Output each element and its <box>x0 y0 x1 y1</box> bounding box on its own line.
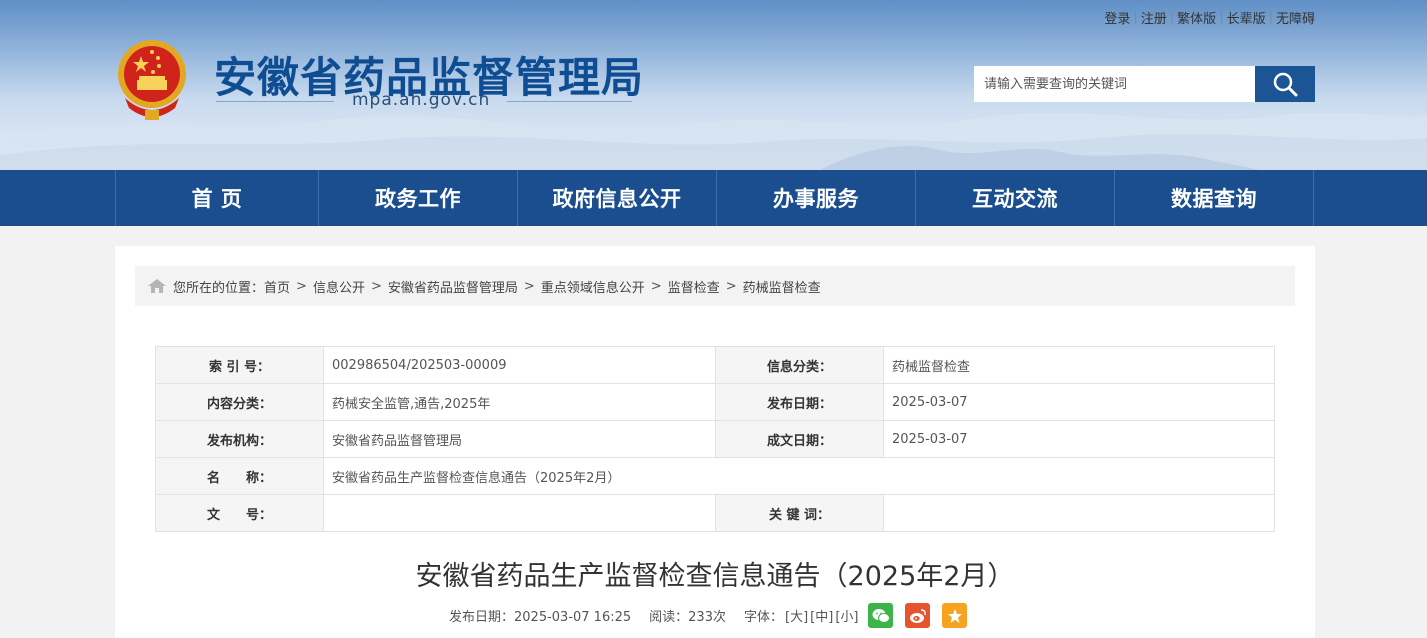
name-label: 名 称： <box>155 457 324 495</box>
site-domain: mpa.ah.gov.cn <box>352 90 491 110</box>
document-metadata-table: 索 引 号： 002986504/202503-00009 信息分类： 药械监督… <box>155 346 1275 532</box>
breadcrumb-separator: > <box>296 278 307 294</box>
publishing-org-label: 发布机构： <box>155 420 324 458</box>
publish-date-value: 2025-03-07 <box>883 383 1275 421</box>
table-row: 文 号： 关 键 词： <box>155 494 1275 532</box>
separator: | <box>1219 10 1224 25</box>
divider <box>507 101 632 102</box>
publish-date-label: 发布日期： <box>715 383 884 421</box>
separator: | <box>1268 10 1273 25</box>
font-size-large-button[interactable]: [大] <box>785 606 808 625</box>
login-link[interactable]: 登录 <box>1104 8 1130 27</box>
article-publish-date: 发布日期：2025-03-07 16:25 <box>449 610 632 625</box>
accessibility-link[interactable]: 无障碍 <box>1276 8 1315 27</box>
separator: | <box>1133 10 1138 25</box>
table-row: 名 称： 安徽省药品生产监督检查信息通告（2025年2月） <box>155 457 1275 495</box>
wechat-icon <box>872 608 890 623</box>
national-emblem-icon[interactable] <box>117 36 187 122</box>
breadcrumb-item-key-areas[interactable]: 重点领域信息公开 <box>541 277 645 296</box>
breadcrumb-item-supervision[interactable]: 监督检查 <box>668 277 720 296</box>
search-icon <box>1273 72 1298 97</box>
nav-item-home[interactable]: 首 页 <box>116 170 319 226</box>
header: 登录 | 注册 | 繁体版 | 长辈版 | 无障碍 安徽省药品监督管理局 mpa… <box>0 0 1427 170</box>
document-date-value: 2025-03-07 <box>883 420 1275 458</box>
main-nav: 首 页 政务工作 政府信息公开 办事服务 互动交流 数据查询 <box>0 170 1427 226</box>
font-size-label: 字体： <box>743 610 783 625</box>
article-info-bar: 发布日期：2025-03-07 16:25 阅读：233次 字体： [大] [中… <box>449 603 968 628</box>
breadcrumb-item-bureau[interactable]: 安徽省药品监督管理局 <box>388 277 518 296</box>
nav-item-services[interactable]: 办事服务 <box>717 170 916 226</box>
index-number-label: 索 引 号： <box>155 346 324 384</box>
search-input[interactable] <box>974 66 1255 102</box>
top-links: 登录 | 注册 | 繁体版 | 长辈版 | 无障碍 <box>1104 8 1315 27</box>
font-size-medium-button[interactable]: [中] <box>810 606 833 625</box>
nav-item-interaction[interactable]: 互动交流 <box>916 170 1115 226</box>
document-number-value <box>323 494 716 532</box>
breadcrumb-item-home[interactable]: 首页 <box>264 277 290 296</box>
info-category-label: 信息分类： <box>715 346 884 384</box>
document-number-label: 文 号： <box>155 494 324 532</box>
publishing-org-value: 安徽省药品监督管理局 <box>323 420 716 458</box>
search-box <box>974 66 1315 102</box>
divider <box>216 101 334 102</box>
article-title: 安徽省药品生产监督检查信息通告（2025年2月） <box>415 561 1015 592</box>
traditional-chinese-link[interactable]: 繁体版 <box>1177 8 1216 27</box>
main-content: 您所在的位置： 首页 > 信息公开 > 安徽省药品监督管理局 > 重点领域信息公… <box>115 246 1315 638</box>
nav-item-government-affairs[interactable]: 政务工作 <box>319 170 518 226</box>
share-weibo-button[interactable] <box>905 603 931 628</box>
table-row: 索 引 号： 002986504/202503-00009 信息分类： 药械监督… <box>155 346 1275 384</box>
breadcrumb-item-device-inspection[interactable]: 药械监督检查 <box>743 277 821 296</box>
breadcrumb-separator: > <box>370 278 382 294</box>
weibo-icon <box>909 608 926 623</box>
keywords-value <box>883 494 1275 532</box>
home-icon <box>148 279 166 293</box>
info-category-value: 药械监督检查 <box>883 346 1275 384</box>
register-link[interactable]: 注册 <box>1141 8 1167 27</box>
elderly-version-link[interactable]: 长辈版 <box>1227 8 1266 27</box>
breadcrumb-separator: > <box>650 278 662 294</box>
share-wechat-button[interactable] <box>868 603 894 628</box>
search-button[interactable] <box>1255 66 1315 102</box>
index-number-value: 002986504/202503-00009 <box>323 346 716 384</box>
content-category-label: 内容分类： <box>155 383 324 421</box>
breadcrumb-separator: > <box>725 278 737 294</box>
table-row: 内容分类： 药械安全监管,通告,2025年 发布日期： 2025-03-07 <box>155 383 1275 421</box>
nav-item-info-disclosure[interactable]: 政府信息公开 <box>518 170 717 226</box>
breadcrumb: 您所在的位置： 首页 > 信息公开 > 安徽省药品监督管理局 > 重点领域信息公… <box>135 266 1295 306</box>
table-row: 发布机构： 安徽省药品监督管理局 成文日期： 2025-03-07 <box>155 420 1275 458</box>
favorite-icon <box>947 608 962 623</box>
article-read-count: 阅读：233次 <box>649 610 726 625</box>
keywords-label: 关 键 词： <box>715 494 884 532</box>
font-size-small-button[interactable]: [小] <box>835 606 858 625</box>
name-value: 安徽省药品生产监督检查信息通告（2025年2月） <box>323 457 1275 495</box>
separator: | <box>1169 10 1175 25</box>
breadcrumb-item-info-disclosure[interactable]: 信息公开 <box>313 277 365 296</box>
content-category-value: 药械安全监管,通告,2025年 <box>323 383 716 421</box>
nav-item-data-query[interactable]: 数据查询 <box>1115 170 1314 226</box>
breadcrumb-prefix: 您所在的位置： <box>173 280 265 296</box>
breadcrumb-separator: > <box>523 278 535 294</box>
document-date-label: 成文日期： <box>715 420 884 458</box>
add-favorite-button[interactable] <box>942 603 968 628</box>
